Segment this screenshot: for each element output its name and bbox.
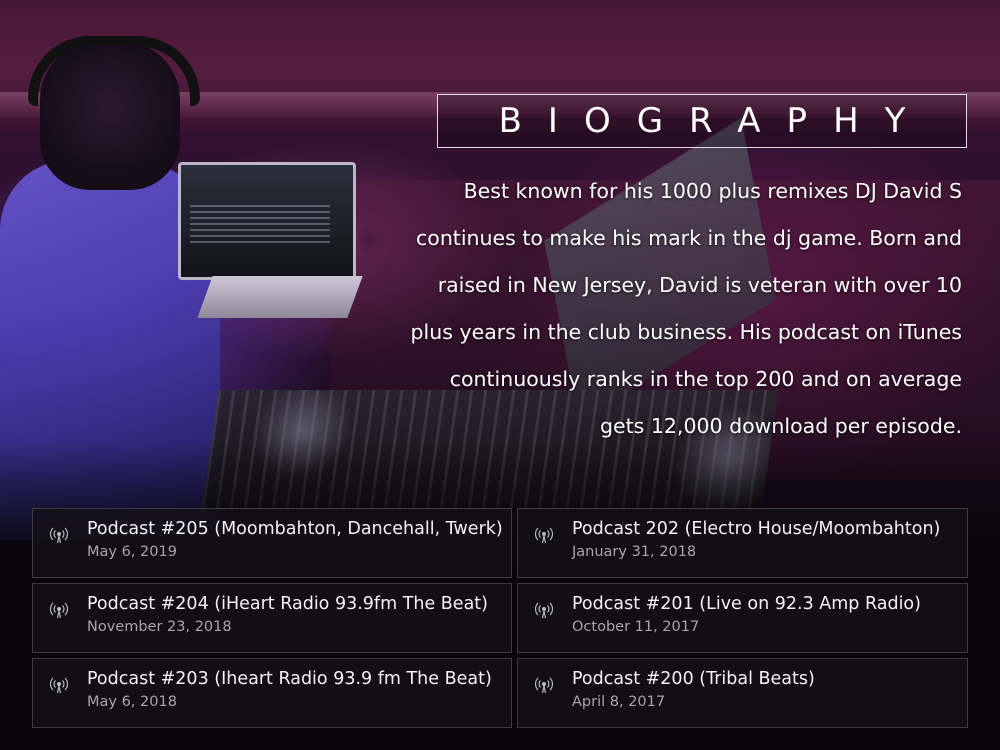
- podcast-icon: [49, 527, 69, 544]
- biography-title-box: BIOGRAPHY: [437, 94, 967, 148]
- podcast-date: May 6, 2018: [87, 694, 177, 710]
- podcast-date: November 23, 2018: [87, 619, 232, 635]
- podcast-title: Podcast #204 (iHeart Radio 93.9fm The Be…: [87, 594, 488, 614]
- podcast-title: Podcast #200 (Tribal Beats): [572, 669, 815, 689]
- podcast-date: May 6, 2019: [87, 544, 177, 560]
- laptop-screen: [190, 205, 330, 245]
- biography-title: BIOGRAPHY: [498, 101, 932, 141]
- podcast-icon: [534, 677, 554, 694]
- podcast-item-201[interactable]: Podcast #201 (Live on 92.3 Amp Radio) Oc…: [517, 583, 968, 653]
- podcast-date: January 31, 2018: [572, 544, 697, 560]
- podcast-item-205[interactable]: Podcast #205 (Moombahton, Dancehall, Twe…: [32, 508, 512, 578]
- laptop-keyboard: [197, 276, 363, 318]
- podcast-title: Podcast #205 (Moombahton, Dancehall, Twe…: [87, 519, 503, 539]
- podcast-item-202[interactable]: Podcast 202 (Electro House/Moombahton) J…: [517, 508, 968, 578]
- podcast-item-200[interactable]: Podcast #200 (Tribal Beats) April 8, 201…: [517, 658, 968, 728]
- podcast-title: Podcast #201 (Live on 92.3 Amp Radio): [572, 594, 921, 614]
- biography-text: Best known for his 1000 plus remixes DJ …: [410, 179, 962, 438]
- podcast-icon: [534, 527, 554, 544]
- hero-background: BIOGRAPHY Best known for his 1000 plus r…: [0, 0, 1000, 750]
- podcast-title: Podcast #203 (Iheart Radio 93.9 fm The B…: [87, 669, 492, 689]
- podcast-icon: [49, 602, 69, 619]
- podcast-item-203[interactable]: Podcast #203 (Iheart Radio 93.9 fm The B…: [32, 658, 512, 728]
- podcast-icon: [49, 677, 69, 694]
- podcast-date: April 8, 2017: [572, 694, 666, 710]
- podcast-title: Podcast 202 (Electro House/Moombahton): [572, 519, 941, 539]
- podcast-item-204[interactable]: Podcast #204 (iHeart Radio 93.9fm The Be…: [32, 583, 512, 653]
- podcast-list: Podcast #205 (Moombahton, Dancehall, Twe…: [32, 508, 968, 728]
- podcast-icon: [534, 602, 554, 619]
- podcast-date: October 11, 2017: [572, 619, 700, 635]
